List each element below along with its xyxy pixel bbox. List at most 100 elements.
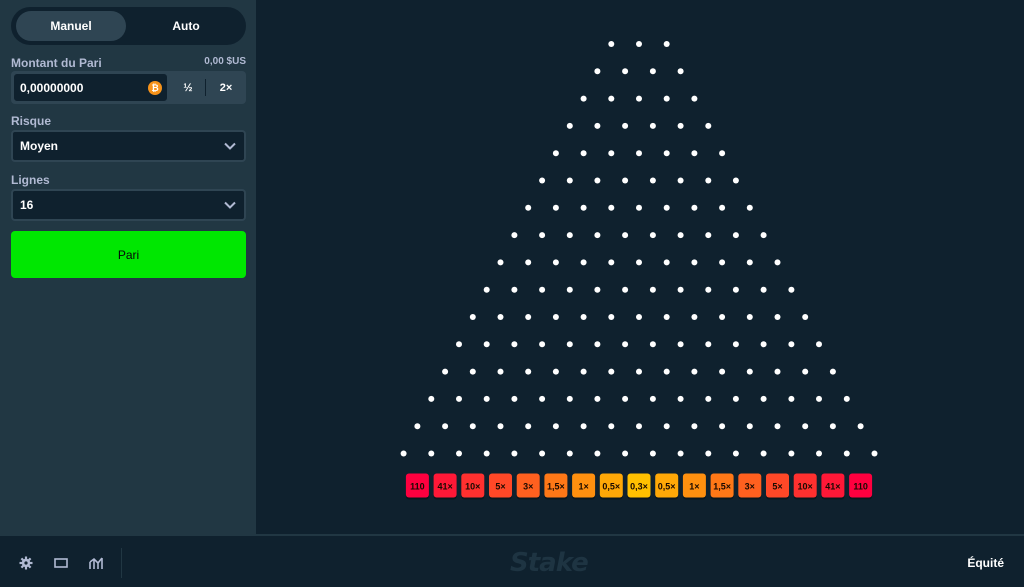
peg — [719, 368, 726, 375]
bucket-multiplier-label: 110 — [410, 482, 425, 492]
peg — [469, 423, 476, 430]
peg — [525, 423, 532, 430]
risk-select[interactable]: Moyen — [11, 130, 246, 162]
bet-amount-input[interactable]: 0,00000000 ₿ — [13, 73, 168, 102]
peg — [580, 423, 587, 430]
peg — [705, 177, 712, 184]
peg — [760, 286, 767, 293]
half-bet-button[interactable]: ½ — [169, 73, 207, 102]
bucket-multiplier-label: 5× — [772, 482, 782, 492]
peg — [649, 122, 656, 129]
peg — [663, 423, 670, 430]
mode-toggle: Manuel Auto — [11, 7, 246, 45]
peg — [719, 423, 726, 430]
bet-button[interactable]: Pari — [11, 231, 246, 278]
peg — [746, 368, 753, 375]
peg — [788, 395, 795, 402]
peg — [511, 450, 518, 457]
stats-icon[interactable] — [89, 556, 103, 570]
peg — [456, 450, 462, 457]
auto-tab[interactable]: Auto — [131, 11, 241, 41]
peg — [705, 395, 712, 402]
peg — [539, 341, 546, 348]
bet-amount-value: 0,00000000 — [20, 80, 84, 95]
peg — [608, 95, 615, 102]
peg — [511, 395, 518, 402]
plinko-board: 110 41× 10× 5× 3× 1,5× 1× 0,5× 0,3× 0,5× 1× 1,5× 3× 5… — [256, 0, 1024, 534]
peg — [677, 232, 684, 239]
peg — [732, 177, 739, 184]
peg — [622, 68, 629, 75]
peg — [483, 286, 490, 293]
bet-amount-label-row: Montant du Pari 0,00 $US — [11, 56, 246, 70]
rows-select[interactable]: 16 — [11, 189, 246, 221]
peg — [829, 368, 836, 375]
peg — [719, 314, 726, 320]
peg — [511, 341, 518, 348]
peg — [663, 314, 670, 320]
peg — [636, 259, 642, 266]
peg — [788, 450, 795, 457]
bucket-multiplier-label: 3× — [523, 482, 533, 492]
bet-button-divider — [205, 79, 206, 96]
fairness-link[interactable]: Équité — [967, 556, 1004, 570]
peg — [622, 395, 629, 402]
peg — [525, 259, 532, 266]
peg — [608, 423, 615, 430]
peg — [719, 150, 726, 157]
bet-usd-value: 0,00 $US — [204, 56, 246, 67]
peg — [442, 423, 449, 430]
peg — [677, 341, 684, 348]
peg — [552, 314, 559, 320]
peg — [677, 122, 684, 129]
peg — [705, 450, 712, 457]
theatre-mode-icon[interactable] — [54, 556, 68, 570]
settings-icon[interactable] — [19, 556, 33, 570]
peg — [802, 423, 809, 430]
peg — [456, 341, 462, 348]
peg — [705, 341, 712, 348]
peg — [843, 450, 850, 457]
peg — [649, 450, 656, 457]
peg — [691, 204, 698, 211]
peg — [663, 368, 670, 375]
peg — [636, 423, 642, 430]
peg — [691, 150, 698, 157]
bucket-multiplier-label: 41× — [825, 482, 840, 492]
peg — [774, 423, 781, 430]
peg — [622, 286, 629, 293]
peg — [566, 395, 573, 402]
multiplier-bucket: 0,3× — [627, 473, 651, 500]
bucket-multiplier-label: 10× — [465, 482, 480, 492]
peg — [483, 450, 490, 457]
peg — [732, 341, 739, 348]
peg — [677, 68, 684, 75]
peg — [414, 423, 421, 430]
peg — [663, 259, 670, 266]
peg — [719, 204, 726, 211]
peg — [552, 204, 559, 211]
manual-tab[interactable]: Manuel — [16, 11, 126, 41]
peg — [649, 341, 656, 348]
peg — [636, 150, 642, 157]
peg — [497, 259, 504, 266]
peg — [691, 259, 698, 266]
multiplier-bucket: 110 — [849, 473, 873, 500]
double-bet-button[interactable]: 2× — [207, 73, 245, 102]
bucket-multiplier-label: 110 — [853, 482, 868, 492]
peg — [649, 232, 656, 239]
peg — [816, 450, 822, 457]
peg — [760, 232, 767, 239]
peg — [705, 286, 712, 293]
peg — [580, 150, 587, 157]
peg — [774, 368, 781, 375]
peg — [525, 314, 532, 320]
bucket-multiplier-label: 3× — [745, 482, 755, 492]
bitcoin-icon: ₿ — [148, 81, 162, 95]
peg — [608, 204, 615, 211]
peg — [691, 368, 698, 375]
peg — [539, 177, 546, 184]
peg — [732, 232, 739, 239]
chevron-down-icon — [224, 201, 236, 209]
bucket-multiplier-label: 5× — [495, 482, 505, 492]
